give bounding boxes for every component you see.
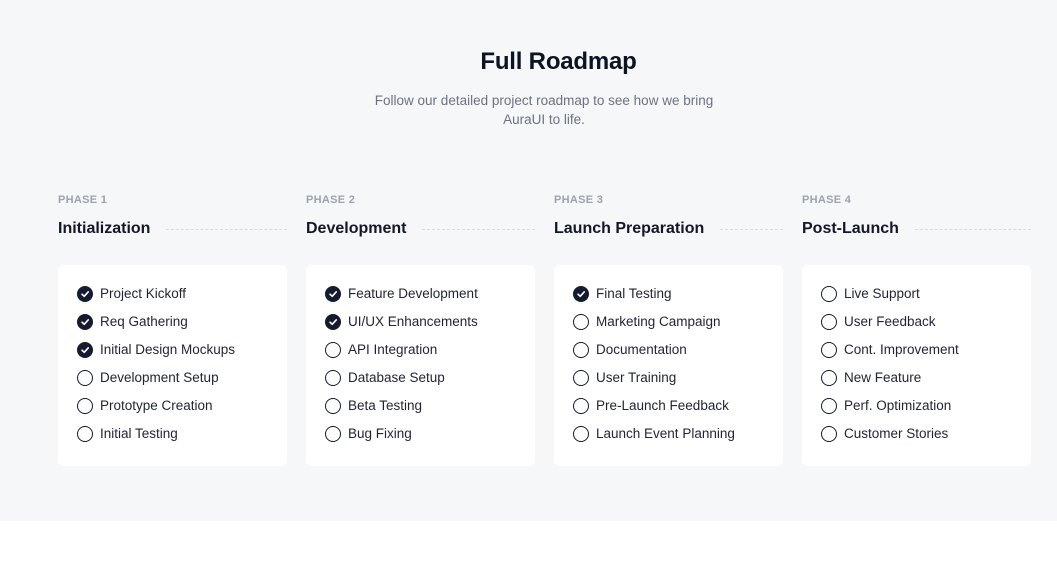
empty-circle-icon [325, 341, 341, 358]
phase-column-3: PHASE 3 Launch Preparation Final Testing… [554, 194, 783, 466]
empty-circle-icon [821, 397, 837, 414]
checklist-item-label: Req Gathering [100, 314, 188, 329]
phase-name: Launch Preparation [554, 220, 705, 237]
empty-circle-icon [573, 369, 589, 386]
empty-circle-icon [77, 425, 93, 442]
phase-divider [166, 228, 287, 230]
checklist-item-label: Cont. Improvement [844, 342, 959, 357]
checklist-item-label: API Integration [348, 342, 438, 357]
checklist-item: Beta Testing [325, 391, 517, 420]
phase-label: PHASE 3 [554, 194, 604, 206]
phase-column-4: PHASE 4 Post-Launch Live Support User Fee… [802, 194, 1031, 466]
checklist-item: User Training [573, 363, 765, 392]
checklist-item: User Feedback [821, 307, 1013, 336]
phase-label: PHASE 1 [58, 194, 108, 206]
checklist-item-label: Customer Stories [844, 426, 949, 441]
checklist-item: Prototype Creation [77, 391, 269, 420]
checklist-item: Initial Design Mockups [77, 335, 269, 364]
checklist-item-label: Live Support [844, 286, 920, 301]
empty-circle-icon [325, 397, 341, 414]
check-circle-icon [77, 313, 93, 330]
empty-circle-icon [77, 369, 93, 386]
checklist-item: UI/UX Enhancements [325, 307, 517, 336]
checklist-item-label: Prototype Creation [100, 398, 213, 413]
checklist-item-label: Bug Fixing [348, 426, 412, 441]
checklist-item-label: User Feedback [844, 314, 936, 329]
checklist-item-label: Perf. Optimization [844, 398, 952, 413]
checklist-item-label: Final Testing [596, 286, 672, 301]
checklist-item-label: User Training [596, 370, 677, 385]
empty-circle-icon [573, 341, 589, 358]
empty-circle-icon [821, 285, 837, 302]
checklist-item-label: Database Setup [348, 370, 445, 385]
empty-circle-icon [573, 397, 589, 414]
empty-circle-icon [821, 425, 837, 442]
checklist-item: Project Kickoff [77, 279, 269, 308]
checklist-item: New Feature [821, 363, 1013, 392]
phase-card: Live Support User Feedback Cont. Improveme… [802, 265, 1031, 466]
phase-card: Project Kickoff Req Gathering Initial Desi… [58, 265, 287, 466]
phase-name: Initialization [58, 220, 151, 237]
empty-circle-icon [77, 397, 93, 414]
page-subtitle: Follow our detailed project roadmap to s… [374, 93, 714, 127]
checklist-item-label: Documentation [596, 342, 687, 357]
checklist-item: API Integration [325, 335, 517, 364]
phase-divider [720, 228, 783, 230]
phase-label: PHASE 4 [802, 194, 852, 206]
phase-card: Feature Development UI/UX Enhancements API… [306, 265, 535, 466]
check-circle-icon [573, 285, 589, 302]
checklist-item: Feature Development [325, 279, 517, 308]
page-title: Full Roadmap [480, 48, 637, 75]
phase-column-2: PHASE 2 Development Feature Development U… [306, 194, 535, 466]
checklist-item: Marketing Campaign [573, 307, 765, 336]
empty-circle-icon [821, 313, 837, 330]
empty-circle-icon [821, 341, 837, 358]
phase-name: Development [306, 220, 407, 237]
checklist-item: Database Setup [325, 363, 517, 392]
empty-circle-icon [573, 313, 589, 330]
checklist-item: Cont. Improvement [821, 335, 1013, 364]
checklist-item-label: Launch Event Planning [596, 426, 735, 441]
checklist-item: Documentation [573, 335, 765, 364]
checklist-item-label: Development Setup [100, 370, 219, 385]
phase-header: Launch Preparation [554, 218, 783, 240]
checklist-item: Development Setup [77, 363, 269, 392]
checklist-item: Initial Testing [77, 419, 269, 448]
check-circle-icon [77, 341, 93, 358]
checklist-item-label: Project Kickoff [100, 286, 187, 301]
checklist-item: Pre-Launch Feedback [573, 391, 765, 420]
checklist-item-label: Beta Testing [348, 398, 423, 413]
phase-header: Initialization [58, 218, 287, 240]
checklist-item-label: New Feature [844, 370, 922, 385]
checklist-item-label: Pre-Launch Feedback [596, 398, 729, 413]
checklist-item-label: Initial Testing [100, 426, 178, 441]
checklist-item: Final Testing [573, 279, 765, 308]
checklist-item-label: Feature Development [348, 286, 478, 301]
checklist-item-label: Marketing Campaign [596, 314, 721, 329]
checklist-item: Launch Event Planning [573, 419, 765, 448]
check-circle-icon [77, 285, 93, 302]
phase-card: Final Testing Marketing Campaign Documenta… [554, 265, 783, 466]
empty-circle-icon [573, 425, 589, 442]
phase-name: Post-Launch [802, 220, 899, 237]
phase-divider [914, 228, 1031, 230]
phase-column-1: PHASE 1 Initialization Project Kickoff Re… [58, 194, 287, 466]
phase-label: PHASE 2 [306, 194, 356, 206]
checklist-item: Live Support [821, 279, 1013, 308]
checklist-item-label: Initial Design Mockups [100, 342, 236, 357]
check-circle-icon [325, 313, 341, 330]
empty-circle-icon [821, 369, 837, 386]
checklist-item: Req Gathering [77, 307, 269, 336]
checklist-item: Customer Stories [821, 419, 1013, 448]
phase-header: Development [306, 218, 535, 240]
empty-circle-icon [325, 369, 341, 386]
checklist-item-label: UI/UX Enhancements [348, 314, 478, 329]
check-circle-icon [325, 285, 341, 302]
phase-header: Post-Launch [802, 218, 1031, 240]
checklist-item: Bug Fixing [325, 419, 517, 448]
empty-circle-icon [325, 425, 341, 442]
roadmap-section: Full Roadmap Follow our detailed project… [0, 0, 1057, 521]
checklist-item: Perf. Optimization [821, 391, 1013, 420]
phase-divider [422, 228, 535, 230]
